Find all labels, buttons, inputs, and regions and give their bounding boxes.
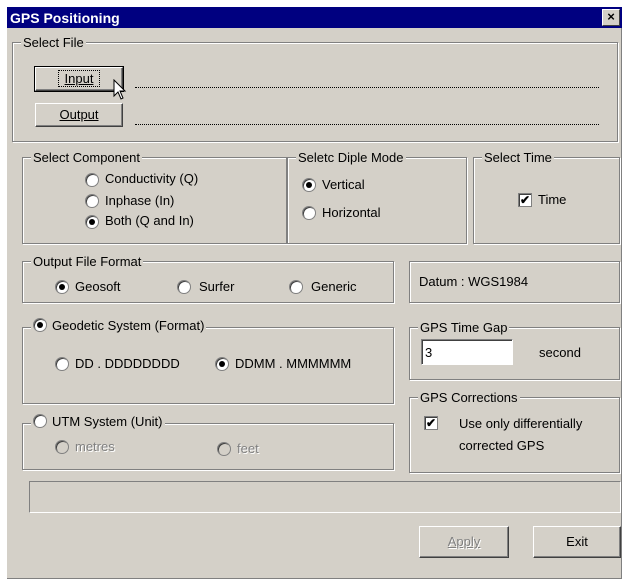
both-radio[interactable] [85, 215, 99, 229]
exit-button-label: Exit [566, 534, 588, 549]
status-bar [29, 481, 621, 513]
corrections-group [409, 397, 620, 473]
datum-text: Datum : WGS1984 [419, 274, 529, 289]
inphase-radio[interactable] [85, 194, 99, 208]
utm-legend-text: UTM System (Unit) [52, 414, 163, 429]
surfer-label: Surfer [199, 279, 235, 294]
apply-button-label: Apply [447, 534, 481, 549]
geodetic-legend: Geodetic System (Format) [31, 318, 207, 333]
time-gap-unit: second [539, 345, 581, 360]
ddmm-format-label: DDMM . MMMMMM [235, 356, 352, 371]
time-checkbox[interactable]: ✔ [518, 193, 532, 207]
corrections-legend: GPS Corrections [418, 390, 520, 405]
dipole-mode-group [287, 157, 467, 244]
time-gap-input[interactable] [421, 339, 513, 365]
surfer-radio[interactable] [177, 280, 191, 294]
conductivity-label: Conductivity (Q) [105, 171, 199, 186]
select-file-legend: Select File [21, 35, 86, 50]
both-label: Both (Q and In) [105, 213, 194, 228]
geosoft-label: Geosoft [75, 279, 121, 294]
feet-radio[interactable] [217, 442, 231, 456]
metres-label: metres [75, 439, 115, 454]
close-icon: × [607, 9, 615, 24]
title-bar[interactable]: GPS Positioning × [7, 7, 622, 28]
geosoft-radio[interactable] [55, 280, 69, 294]
utm-legend: UTM System (Unit) [31, 414, 165, 429]
corrections-checkbox[interactable]: ✔ [424, 416, 438, 430]
select-time-legend: Select Time [482, 150, 554, 165]
dipole-mode-legend: Seletc Diple Mode [296, 150, 406, 165]
window-title: GPS Positioning [10, 10, 120, 26]
input-path-line [135, 87, 599, 88]
mouse-pointer-icon [113, 79, 127, 100]
horizontal-label: Horizontal [322, 205, 381, 220]
generic-label: Generic [311, 279, 357, 294]
geodetic-legend-text: Geodetic System (Format) [52, 318, 205, 333]
vertical-label: Vertical [322, 177, 365, 192]
dd-format-label: DD . DDDDDDDD [75, 356, 180, 371]
ddmm-format-radio[interactable] [215, 357, 229, 371]
input-button-label: Input [57, 70, 101, 87]
output-format-legend: Output File Format [31, 254, 144, 269]
output-button[interactable]: Output [35, 103, 123, 127]
inphase-label: Inphase (In) [105, 193, 175, 208]
time-label: Time [538, 192, 567, 207]
exit-button[interactable]: Exit [533, 526, 621, 558]
select-file-group [12, 42, 618, 142]
corrections-label-line1: Use only differentially [459, 416, 583, 431]
geodetic-radio[interactable] [33, 318, 47, 332]
close-button[interactable]: × [602, 9, 620, 26]
conductivity-radio[interactable] [85, 173, 99, 187]
time-gap-legend: GPS Time Gap [418, 320, 510, 335]
dd-format-radio[interactable] [55, 357, 69, 371]
metres-radio[interactable] [55, 440, 69, 454]
apply-button[interactable]: Apply [419, 526, 509, 558]
horizontal-radio[interactable] [302, 206, 316, 220]
gps-positioning-dialog: GPS Positioning × Select File Input Outp… [6, 6, 622, 579]
select-component-legend: Select Component [31, 150, 142, 165]
output-path-line [135, 124, 599, 125]
vertical-radio[interactable] [302, 178, 316, 192]
feet-label: feet [237, 441, 259, 456]
generic-radio[interactable] [289, 280, 303, 294]
input-button[interactable]: Input [34, 66, 124, 92]
output-button-label: Output [59, 107, 99, 122]
corrections-label-line2: corrected GPS [459, 438, 545, 453]
utm-radio[interactable] [33, 414, 47, 428]
